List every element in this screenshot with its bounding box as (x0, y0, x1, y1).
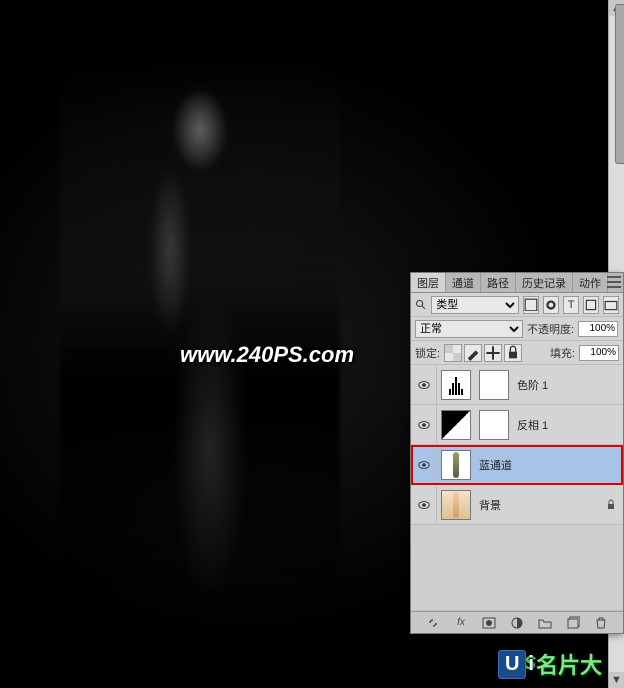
opacity-field[interactable]: 100% (578, 321, 618, 337)
new-adjustment-icon[interactable] (508, 615, 526, 631)
panel-tabs: 图层 通道 路径 历史记录 动作 (411, 273, 623, 293)
lock-label: 锁定: (415, 345, 440, 361)
layer-row-levels[interactable]: 色阶 1 (411, 365, 623, 405)
badge-u: U (498, 650, 526, 679)
filter-adjust-icon[interactable] (543, 296, 559, 314)
tab-paths[interactable]: 路径 (481, 273, 516, 292)
layer-mask-thumb (479, 410, 509, 440)
lock-row: 锁定: 填充: 100% (411, 341, 623, 365)
opacity-label: 不透明度: (527, 321, 574, 337)
lock-transparency-icon[interactable] (444, 344, 462, 362)
layer-name[interactable]: 背景 (479, 497, 501, 513)
search-icon (415, 298, 427, 312)
link-layers-icon[interactable] (424, 615, 442, 631)
layer-list-empty-area[interactable] (411, 525, 623, 611)
filter-shape-icon[interactable] (583, 296, 599, 314)
lock-icon (605, 499, 617, 511)
visibility-toggle[interactable] (411, 365, 437, 404)
layers-panel: 图层 通道 路径 历史记录 动作 类型 T 正常 不透明度: 100% 锁定: … (410, 272, 624, 634)
layer-name[interactable]: 蓝通道 (479, 457, 512, 473)
layer-name[interactable]: 色阶 1 (517, 377, 548, 393)
tab-layers[interactable]: 图层 (411, 273, 446, 292)
layer-row-bluechannel[interactable]: 蓝通道 (411, 445, 623, 485)
layer-thumb (441, 490, 471, 520)
new-layer-icon[interactable] (564, 615, 582, 631)
layer-list: 色阶 1 反相 1 蓝通道 背景 (411, 365, 623, 611)
watermark-text: www.240PS.com (180, 342, 354, 368)
layer-row-invert[interactable]: 反相 1 (411, 405, 623, 445)
filter-type-select[interactable]: 类型 (431, 296, 519, 314)
fill-label: 填充: (550, 345, 575, 361)
layer-name[interactable]: 反相 1 (517, 417, 548, 433)
panel-menu-icon[interactable] (607, 276, 621, 288)
lock-move-icon[interactable] (484, 344, 502, 362)
layer-row-background[interactable]: 背景 (411, 485, 623, 525)
layer-thumb (441, 450, 471, 480)
visibility-toggle[interactable] (411, 405, 437, 444)
filter-smart-icon[interactable] (603, 296, 619, 314)
visibility-toggle[interactable] (411, 485, 437, 524)
scrollbar-thumb[interactable] (615, 4, 624, 164)
add-mask-icon[interactable] (480, 615, 498, 631)
lock-paint-icon[interactable] (464, 344, 482, 362)
visibility-toggle[interactable] (411, 445, 437, 484)
badge-text: 名片大 (536, 648, 602, 680)
layer-fx-icon[interactable]: fx (452, 615, 470, 631)
blend-mode-row: 正常 不透明度: 100% (411, 317, 623, 341)
filter-type-icon[interactable]: T (563, 296, 579, 314)
tab-actions[interactable]: 动作 (573, 273, 608, 292)
site-badge: U i 名片大 (498, 648, 602, 680)
tab-history[interactable]: 历史记录 (516, 273, 573, 292)
new-group-icon[interactable] (536, 615, 554, 631)
layer-filter-row: 类型 T (411, 293, 623, 317)
filter-pixel-icon[interactable] (523, 296, 539, 314)
layer-thumb (441, 410, 471, 440)
badge-i: i (528, 653, 534, 676)
tab-channels[interactable]: 通道 (446, 273, 481, 292)
layer-mask-thumb (479, 370, 509, 400)
fill-field[interactable]: 100% (579, 345, 619, 361)
blend-mode-select[interactable]: 正常 (415, 320, 523, 338)
layer-thumb (441, 370, 471, 400)
delete-layer-icon[interactable] (592, 615, 610, 631)
panel-footer: fx (411, 611, 623, 633)
lock-all-icon[interactable] (504, 344, 522, 362)
scroll-down-arrow[interactable]: ▼ (609, 672, 624, 688)
